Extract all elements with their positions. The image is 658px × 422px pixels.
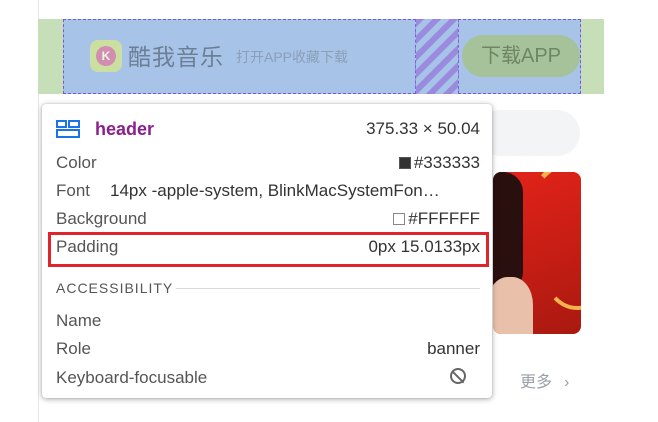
color-value-wrap: #333333 <box>398 150 480 176</box>
section-divider <box>176 288 480 289</box>
color-label: Color <box>56 153 97 172</box>
more-link[interactable]: 更多 <box>520 372 552 394</box>
background-value-wrap: #FFFFFF <box>393 206 480 232</box>
banner-figure-hair <box>493 172 523 292</box>
banner-figure <box>493 277 533 334</box>
search-input[interactable] <box>478 110 580 156</box>
padding-highlight-box <box>48 232 489 267</box>
banner-image[interactable] <box>493 172 581 334</box>
name-label: Name <box>56 311 102 330</box>
chevron-right-icon[interactable]: › <box>564 372 569 394</box>
font-label: Font <box>56 181 91 200</box>
page-right-gutter <box>604 0 658 422</box>
brand-name: 酷我音乐 <box>128 44 224 70</box>
download-app-button[interactable]: 下载APP <box>462 35 580 77</box>
background-value: #FFFFFF <box>408 209 480 228</box>
font-value: 14px -apple-system, BlinkMacSystemFon… <box>110 181 440 200</box>
brand-tagline: 打开APP收藏下载 <box>236 49 349 65</box>
role-row: Role banner <box>56 336 480 362</box>
role-label: Role <box>56 339 91 358</box>
logo-k-icon: K <box>96 46 116 66</box>
keyboard-row: Keyboard-focusable <box>56 365 480 391</box>
background-swatch <box>393 213 406 225</box>
color-swatch <box>398 157 411 169</box>
background-label: Background <box>56 209 147 228</box>
role-value: banner <box>427 339 480 358</box>
element-size: 375.33 × 50.04 <box>366 119 480 138</box>
accessibility-heading: ACCESSIBILITY <box>56 280 174 296</box>
element-tag-name: header <box>95 119 155 139</box>
color-value: #333333 <box>413 153 480 172</box>
keyboard-focusable-label: Keyboard-focusable <box>56 368 208 387</box>
background-row: Background #FFFFFF <box>56 206 480 232</box>
font-row: Font 14px -apple-system, BlinkMacSystemF… <box>56 178 480 204</box>
header-padding-overlay <box>415 19 459 94</box>
name-row: Name <box>56 308 480 334</box>
element-layout-icon <box>56 120 80 138</box>
not-allowed-icon <box>450 368 466 384</box>
color-row: Color #333333 <box>56 150 480 176</box>
